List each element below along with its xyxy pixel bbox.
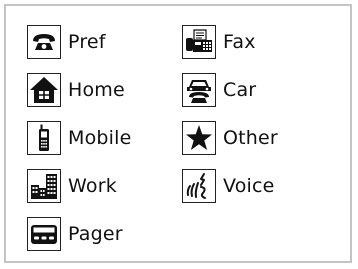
legend-item-home: Home xyxy=(27,72,125,108)
pager-icon xyxy=(27,217,61,251)
star-icon xyxy=(182,121,216,155)
fax-machine-icon xyxy=(182,25,216,59)
legend-item-fax: Fax xyxy=(182,24,256,60)
legend-label: Voice xyxy=(223,175,275,197)
legend-label: Car xyxy=(223,79,257,101)
legend-label: Other xyxy=(223,127,278,149)
telephone-icon xyxy=(27,25,61,59)
car-phone-icon xyxy=(182,73,216,107)
legend-item-voice: Voice xyxy=(182,168,275,204)
legend-item-other: Other xyxy=(182,120,278,156)
legend-label: Home xyxy=(68,79,125,101)
legend-label: Pref xyxy=(68,31,106,53)
voice-icon xyxy=(182,169,216,203)
legend-item-work: Work xyxy=(27,168,117,204)
office-buildings-icon xyxy=(27,169,61,203)
legend-label: Fax xyxy=(223,31,256,53)
legend-item-pref: Pref xyxy=(27,24,106,60)
icon-legend-panel: Pref Fax Home Car Mobile Other Work Voic… xyxy=(4,4,352,263)
legend-label: Pager xyxy=(68,223,123,245)
mobile-phone-icon xyxy=(27,121,61,155)
legend-item-car: Car xyxy=(182,72,256,108)
house-icon xyxy=(27,73,61,107)
legend-label: Mobile xyxy=(68,127,132,149)
legend-label: Work xyxy=(68,175,117,197)
legend-item-pager: Pager xyxy=(27,216,123,252)
legend-item-mobile: Mobile xyxy=(27,120,132,156)
